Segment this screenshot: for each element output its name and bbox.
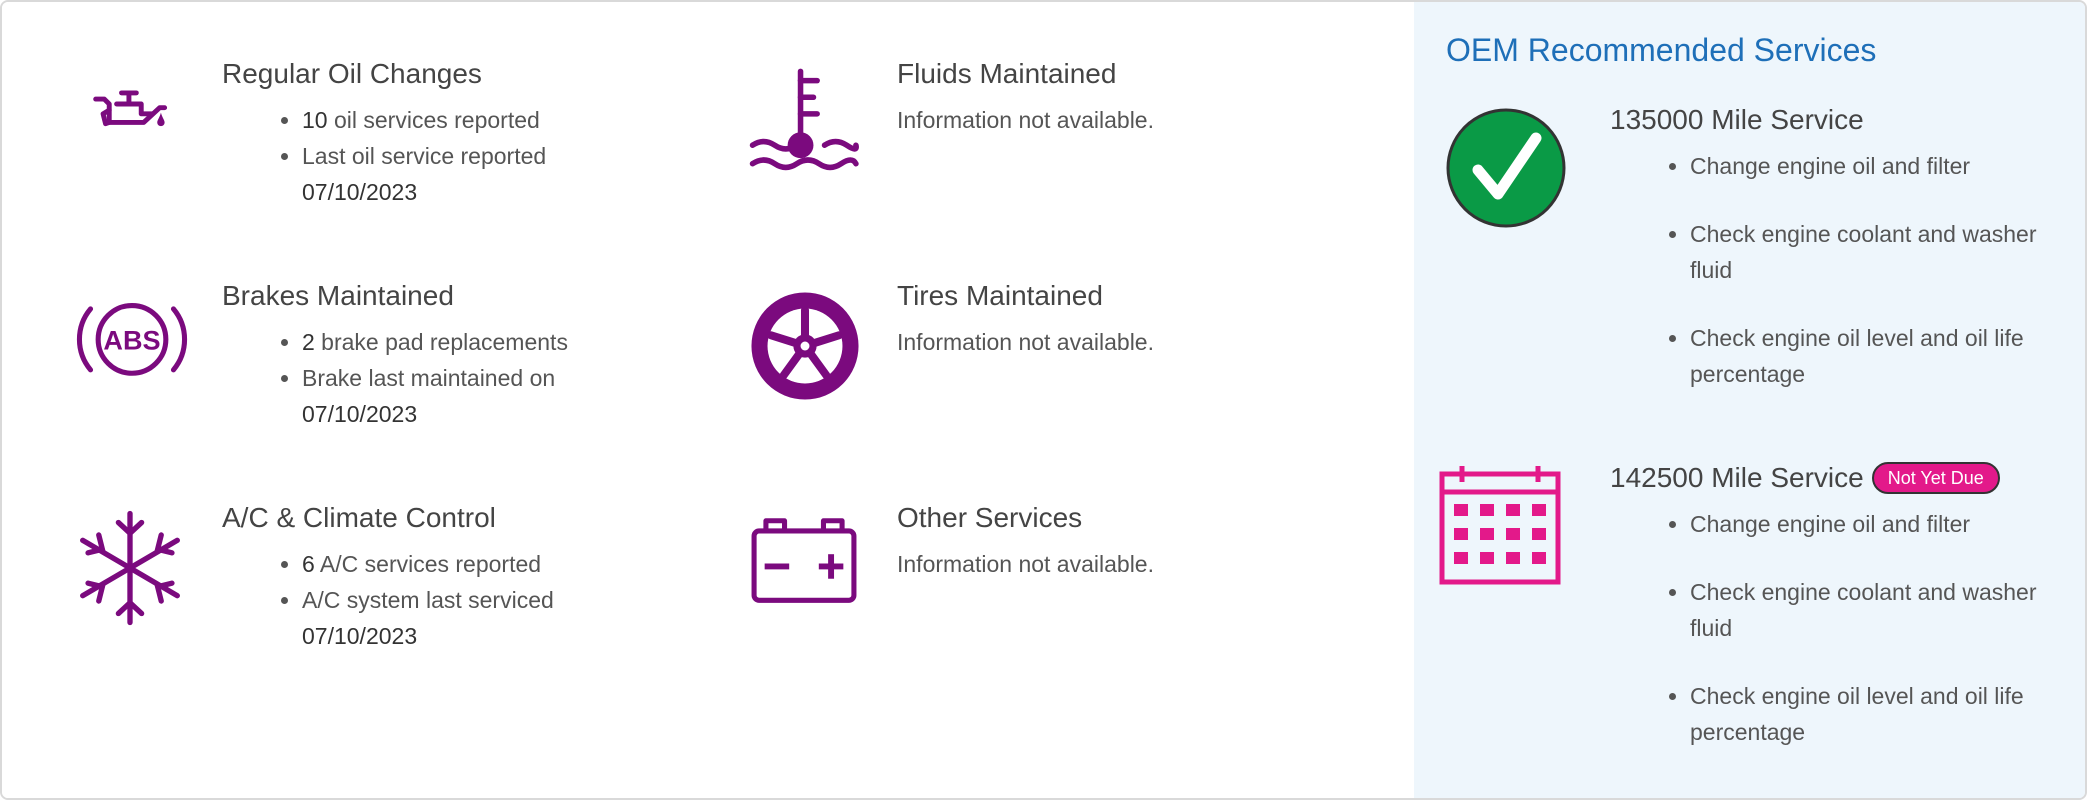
oem-service-items: Change engine oil and filter Check engin… — [1610, 148, 2070, 424]
brakes-count-text: brake pad replacements — [314, 329, 568, 355]
brakes-count: 2 — [302, 329, 315, 355]
not-yet-due-badge: Not Yet Due — [1871, 462, 2000, 494]
ac-count-text: A/C services reported — [314, 551, 542, 577]
abs-brake-icon: ABS — [76, 303, 188, 376]
battery-icon — [751, 518, 857, 603]
coolant-temperature-icon — [749, 68, 859, 171]
service-fluids-details: Fluids Maintained Information not availa… — [897, 58, 1317, 138]
calendar-icon — [1439, 466, 1561, 585]
list-item: Change engine oil and filter — [1690, 506, 2070, 542]
ac-last-label: A/C system last serviced — [302, 587, 554, 613]
service-tires-status: Information not available. — [897, 329, 1154, 355]
oil-last-label: Last oil service reported — [302, 143, 547, 169]
service-categories-panel: Regular Oil Changes 10 oil services repo… — [2, 2, 1414, 798]
service-other-title: Other Services — [897, 502, 1083, 533]
service-brakes-list: 2 brake pad replacements Brake last main… — [222, 324, 642, 432]
list-item: Check engine oil level and oil life perc… — [1690, 320, 2070, 392]
service-ac-title: A/C & Climate Control — [222, 502, 496, 533]
service-oil-details: Regular Oil Changes 10 oil services repo… — [222, 58, 642, 210]
service-ac-list: 6 A/C services reported A/C system last … — [222, 546, 642, 654]
list-item: 10 oil services reported — [302, 102, 642, 138]
service-other-status: Information not available. — [897, 551, 1154, 577]
oem-recommended-panel: OEM Recommended Services 135000 Mile Ser… — [1414, 2, 2085, 798]
oil-last-date: 07/10/2023 — [302, 179, 418, 205]
list-item: Check engine oil level and oil life perc… — [1690, 678, 2070, 750]
service-fluids-status: Information not available. — [897, 107, 1154, 133]
list-item: Check engine coolant and washer fluid — [1690, 216, 2070, 288]
service-oil-title: Regular Oil Changes — [222, 58, 482, 89]
check-circle-icon — [1446, 108, 1566, 228]
oem-title: OEM Recommended Services — [1446, 32, 1877, 68]
service-other-details: Other Services Information not available… — [897, 502, 1317, 582]
ac-last-date: 07/10/2023 — [302, 623, 418, 649]
oil-count-text: oil services reported — [327, 107, 540, 133]
oem-service-name-text: 142500 Mile Service — [1610, 462, 1864, 493]
brakes-last-label: Brake last maintained on — [302, 365, 556, 391]
service-brakes-title: Brakes Maintained — [222, 280, 454, 311]
service-tires-title: Tires Maintained — [897, 280, 1103, 311]
ac-count: 6 — [302, 551, 315, 577]
service-ac-details: A/C & Climate Control 6 A/C services rep… — [222, 502, 642, 654]
list-item: Change engine oil and filter — [1690, 148, 2070, 184]
list-item: A/C system last serviced 07/10/2023 — [302, 582, 642, 654]
oil-can-icon — [93, 90, 168, 127]
wheel-icon — [751, 292, 859, 400]
list-item: Brake last maintained on 07/10/2023 — [302, 360, 642, 432]
service-fluids-title: Fluids Maintained — [897, 58, 1117, 89]
oem-service-name: 135000 Mile Service — [1610, 104, 1864, 135]
list-item: 2 brake pad replacements — [302, 324, 642, 360]
abs-label: ABS — [103, 325, 160, 356]
service-brakes-details: Brakes Maintained 2 brake pad replacemen… — [222, 280, 642, 432]
oem-service-items: Change engine oil and filter Check engin… — [1610, 506, 2070, 782]
list-item: Check engine coolant and washer fluid — [1690, 574, 2070, 646]
service-history-card: Regular Oil Changes 10 oil services repo… — [0, 0, 2087, 800]
service-oil-list: 10 oil services reported Last oil servic… — [222, 102, 642, 210]
oil-count: 10 — [302, 107, 328, 133]
brakes-last-date: 07/10/2023 — [302, 401, 418, 427]
snowflake-icon — [80, 510, 180, 626]
list-item: 6 A/C services reported — [302, 546, 642, 582]
list-item: Last oil service reported 07/10/2023 — [302, 138, 642, 210]
oem-service-name: 142500 Mile Service Not Yet Due — [1610, 462, 2000, 494]
service-tires-details: Tires Maintained Information not availab… — [897, 280, 1317, 360]
